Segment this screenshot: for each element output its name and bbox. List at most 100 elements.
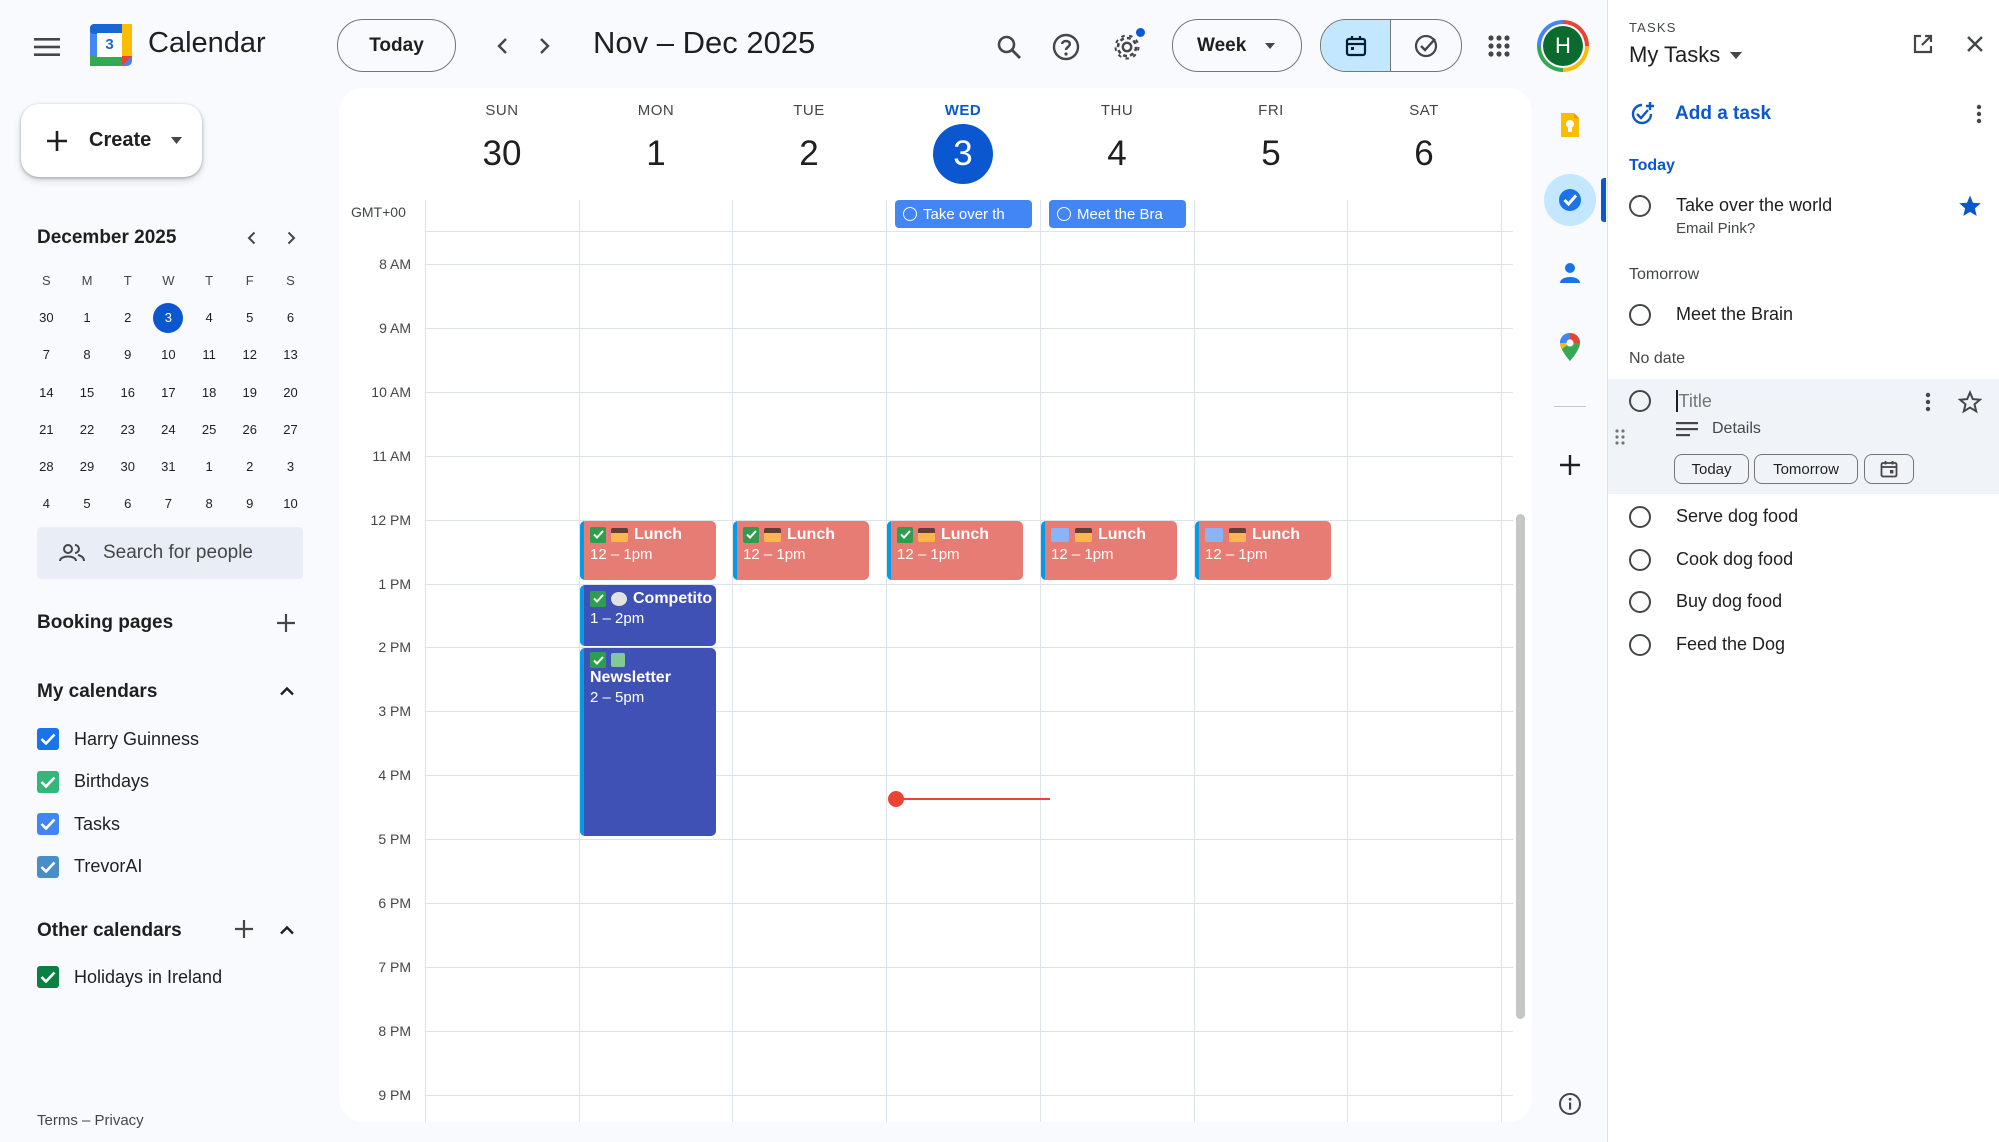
day-header-thu[interactable]: THU 4: [1040, 102, 1194, 183]
event-lunch[interactable]: Lunch 12 – 1pm: [580, 520, 716, 580]
mini-calendar-day[interactable]: 27: [270, 411, 311, 448]
pick-date-chip[interactable]: [1864, 454, 1914, 484]
settings-button[interactable]: [1104, 24, 1150, 70]
event-lunch[interactable]: Lunch 12 – 1pm: [733, 520, 869, 580]
mini-calendar-day[interactable]: 1: [189, 448, 230, 485]
mini-calendar-day[interactable]: 19: [229, 374, 270, 411]
mini-next-month-button[interactable]: [276, 223, 306, 253]
mini-calendar-day[interactable]: 3: [148, 299, 189, 336]
info-button[interactable]: [1548, 1082, 1592, 1126]
previous-week-button[interactable]: [482, 26, 522, 66]
mini-calendar-day[interactable]: 17: [148, 374, 189, 411]
task-item[interactable]: Meet the Brain: [1629, 304, 1793, 326]
day-header-sun[interactable]: SUN 30: [425, 102, 579, 183]
view-select[interactable]: Week: [1172, 19, 1302, 72]
day-header-tue[interactable]: TUE 2: [732, 102, 886, 183]
mini-calendar-day[interactable]: 16: [107, 374, 148, 411]
terms-privacy-link[interactable]: Terms – Privacy: [37, 1112, 144, 1129]
mini-calendar-day[interactable]: 8: [67, 336, 108, 373]
task-complete-checkbox[interactable]: [1629, 195, 1651, 217]
open-in-new-tab-button[interactable]: [1905, 26, 1941, 62]
task-complete-checkbox[interactable]: [1629, 548, 1651, 571]
collapse-other-calendars-button[interactable]: [272, 915, 302, 945]
mini-calendar-day[interactable]: 30: [107, 448, 148, 485]
search-button[interactable]: [986, 24, 1032, 70]
keep-app-button[interactable]: [1548, 103, 1592, 147]
calendar-checkbox[interactable]: [37, 728, 59, 750]
mini-calendar-day[interactable]: 8: [189, 485, 230, 522]
new-task-title-input[interactable]: Title: [1676, 388, 1906, 414]
calendar-view-toggle[interactable]: [1321, 20, 1391, 71]
collapse-my-calendars-button[interactable]: [272, 676, 302, 706]
mini-calendar-day[interactable]: 9: [229, 485, 270, 522]
task-item[interactable]: Buy dog food: [1629, 591, 1782, 613]
calendar-checkbox[interactable]: [37, 855, 59, 878]
mini-calendar-day[interactable]: 12: [229, 336, 270, 373]
task-list-options-button[interactable]: [1964, 99, 1994, 129]
google-apps-button[interactable]: [1476, 23, 1522, 69]
mini-calendar-day[interactable]: 5: [229, 299, 270, 336]
week-view-scrollbar[interactable]: [1516, 514, 1525, 1019]
maps-app-button[interactable]: [1548, 325, 1592, 369]
search-people-input[interactable]: Search for people: [37, 527, 303, 579]
next-week-button[interactable]: [525, 26, 565, 66]
mini-calendar-day[interactable]: 1: [67, 299, 108, 336]
mini-calendar-day[interactable]: 2: [107, 299, 148, 336]
task-list-selector[interactable]: My Tasks: [1629, 42, 1743, 68]
mini-calendar-day[interactable]: 31: [148, 448, 189, 485]
task-complete-checkbox[interactable]: [1629, 591, 1651, 613]
mini-calendar-day[interactable]: 2: [229, 448, 270, 485]
task-complete-checkbox[interactable]: [1629, 633, 1651, 656]
drag-handle[interactable]: [1610, 424, 1630, 450]
mini-calendar-day[interactable]: 6: [107, 485, 148, 522]
main-menu-button[interactable]: [24, 24, 70, 70]
mini-calendar-day[interactable]: 7: [26, 336, 67, 373]
new-task-star-button[interactable]: [1955, 387, 1985, 417]
add-other-calendar-button[interactable]: [229, 914, 259, 944]
mini-calendar-day[interactable]: 21: [26, 411, 67, 448]
mini-calendar-day[interactable]: 4: [189, 299, 230, 336]
contacts-app-button[interactable]: [1548, 251, 1592, 295]
tasks-app-button[interactable]: [1544, 174, 1596, 226]
mini-calendar-day[interactable]: 4: [26, 485, 67, 522]
task-item[interactable]: Cook dog food: [1629, 548, 1793, 571]
today-button[interactable]: Today: [337, 19, 456, 72]
my-calendars-title[interactable]: My calendars: [37, 681, 157, 703]
mini-calendar-day[interactable]: 7: [148, 485, 189, 522]
mini-calendar-day[interactable]: 29: [67, 448, 108, 485]
mini-calendar-day[interactable]: 20: [270, 374, 311, 411]
allday-task-meet-brain[interactable]: Meet the Bra: [1049, 200, 1186, 228]
day-header-fri[interactable]: FRI 5: [1194, 102, 1348, 183]
mini-calendar-day[interactable]: 28: [26, 448, 67, 485]
close-tasks-panel-button[interactable]: [1957, 26, 1993, 62]
allday-task-take-over[interactable]: Take over th: [895, 200, 1032, 228]
account-avatar[interactable]: H: [1537, 20, 1589, 72]
mini-calendar-day[interactable]: 6: [270, 299, 311, 336]
mini-calendar-day[interactable]: 5: [67, 485, 108, 522]
add-booking-page-button[interactable]: [271, 608, 301, 638]
calendar-checkbox[interactable]: [37, 966, 59, 988]
add-task-button[interactable]: Add a task: [1629, 101, 1771, 127]
tasks-view-toggle[interactable]: [1391, 20, 1461, 71]
event-newsletter[interactable]: Newsletter 2 – 5pm: [580, 648, 716, 837]
calendar-checkbox[interactable]: [37, 813, 59, 835]
mini-calendar-day[interactable]: 10: [270, 485, 311, 522]
calendar-list-item[interactable]: Holidays in Ireland: [37, 966, 222, 988]
mini-calendar-day[interactable]: 24: [148, 411, 189, 448]
mini-calendar-day[interactable]: 23: [107, 411, 148, 448]
day-header-mon[interactable]: MON 1: [579, 102, 733, 183]
mini-calendar-day[interactable]: 9: [107, 336, 148, 373]
day-header-sat[interactable]: SAT 6: [1347, 102, 1501, 183]
mini-calendar-day[interactable]: 13: [270, 336, 311, 373]
calendar-list-item[interactable]: Birthdays: [37, 770, 149, 793]
get-addons-button[interactable]: [1548, 443, 1592, 487]
event-lunch[interactable]: Lunch 12 – 1pm: [887, 520, 1023, 580]
mini-calendar-day[interactable]: 3: [270, 448, 311, 485]
other-calendars-title[interactable]: Other calendars: [37, 920, 182, 942]
new-task-options-button[interactable]: [1913, 387, 1943, 417]
mini-calendar-day[interactable]: 18: [189, 374, 230, 411]
mini-calendar-day[interactable]: 22: [67, 411, 108, 448]
mini-prev-month-button[interactable]: [236, 223, 266, 253]
calendar-list-item[interactable]: TrevorAI: [37, 855, 142, 878]
create-button[interactable]: Create: [21, 104, 202, 177]
